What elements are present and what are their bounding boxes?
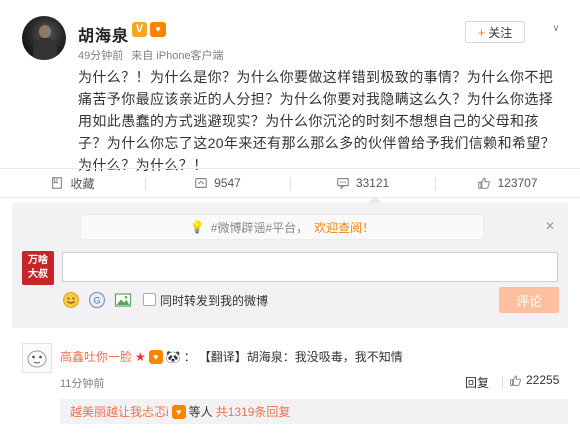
reply-button[interactable]: 回复 [465, 374, 489, 391]
avatar-head [39, 25, 51, 38]
svg-text:G: G [93, 296, 100, 306]
subreply-count-link[interactable]: 共1319条回复 [216, 403, 291, 420]
submit-comment-button[interactable]: 评论 [499, 287, 559, 313]
notice-text: #微博辟谣#平台， [210, 220, 309, 235]
like-count: 123707 [497, 176, 538, 190]
like-button[interactable]: 123707 [435, 169, 580, 197]
comment-like-button[interactable]: 22255 [509, 373, 559, 387]
image-icon[interactable] [114, 291, 132, 309]
panel-caret [368, 196, 382, 203]
current-user-avatar: 万啥 大叔 [22, 251, 54, 285]
notice-link[interactable]: 欢迎查阅！ [314, 219, 374, 236]
colon: ： [183, 350, 196, 364]
commenter-avatar[interactable] [22, 343, 52, 373]
plus-icon: + [477, 24, 486, 40]
post-content: 为什么？！为什么是你？为什么你要做这样错到极致的事情？为什么你不把痛苦予你最应该… [78, 69, 556, 173]
repost-button[interactable]: 9547 [145, 169, 290, 197]
post-meta: 49分钟前 来自 iPhone客户端 [78, 47, 224, 63]
comment-time: 11分钟前 [60, 378, 105, 390]
action-bar: 收藏 9547 33121 123707 [0, 168, 580, 198]
comment-button[interactable]: 33121 [290, 169, 435, 197]
favorite-label: 收藏 [70, 176, 95, 191]
favorite-button[interactable]: 收藏 [0, 169, 145, 197]
comment-line: 高鑫吐你一脸 ★ ♥ 🐼 ： 【翻译】胡海泉：我没吸毒，我不知情 [60, 348, 403, 365]
cartoon-avatar-icon [27, 350, 47, 368]
comment-icon [336, 178, 349, 190]
verified-badge-icon: V [132, 22, 147, 37]
comment-panel: 💡 #微博辟谣#平台， 欢迎查阅！ ✕ 万啥 大叔 G 同时转发到我的微博 评论 [12, 203, 568, 328]
divider [502, 376, 503, 388]
subreply-mid: 等人 [188, 405, 213, 419]
commenter-name[interactable]: 高鑫吐你一脸 [60, 348, 132, 365]
post-source: 来自 iPhone客户端 [131, 50, 224, 62]
repost-count: 9547 [214, 176, 241, 190]
rumor-notice: 💡 #微博辟谣#平台， 欢迎查阅！ [80, 214, 484, 240]
bulb-icon: 💡 [189, 220, 205, 234]
repost-checkbox[interactable] [143, 293, 156, 306]
subreply-bar: 越美丽越让我忐忑i ♥ 等人 共1319条回复 [60, 399, 568, 424]
star-icon: ★ [135, 349, 146, 364]
avatar-body [33, 38, 57, 60]
thumbs-up-icon [478, 177, 491, 189]
thumbs-up-icon [510, 375, 521, 386]
subreply-author[interactable]: 越美丽越让我忐忑i [70, 403, 169, 420]
chevron-down-icon[interactable]: ∨ [549, 23, 563, 37]
comment-text: 【翻译】胡海泉：我没吸毒，我不知情 [198, 350, 403, 364]
vip-icon: ♥ [150, 22, 166, 37]
follow-button[interactable]: + 关注 [465, 21, 525, 43]
repost-icon [195, 178, 207, 188]
repost-checkbox-label: 同时转发到我的微博 [160, 294, 269, 308]
favorite-icon [52, 177, 63, 189]
comment-input[interactable] [62, 252, 558, 282]
topic-icon[interactable]: G [88, 291, 106, 309]
author-avatar[interactable] [22, 16, 66, 60]
emoji-icon[interactable] [62, 291, 80, 309]
follow-label: 关注 [488, 25, 513, 40]
weibo-post: 胡海泉 V ♥ 49分钟前 来自 iPhone客户端 + 关注 ∨ 为什么？！为什… [0, 0, 580, 173]
panda-icon: 🐼 [165, 349, 181, 364]
comment-like-count: 22255 [526, 373, 560, 387]
close-icon[interactable]: ✕ [545, 219, 555, 233]
comment-count: 33121 [355, 176, 390, 190]
vip-icon: ♥ [171, 404, 186, 419]
post-time[interactable]: 49分钟前 [78, 50, 123, 62]
vip-icon: ♥ [148, 349, 163, 364]
author-name[interactable]: 胡海泉 [78, 22, 129, 46]
